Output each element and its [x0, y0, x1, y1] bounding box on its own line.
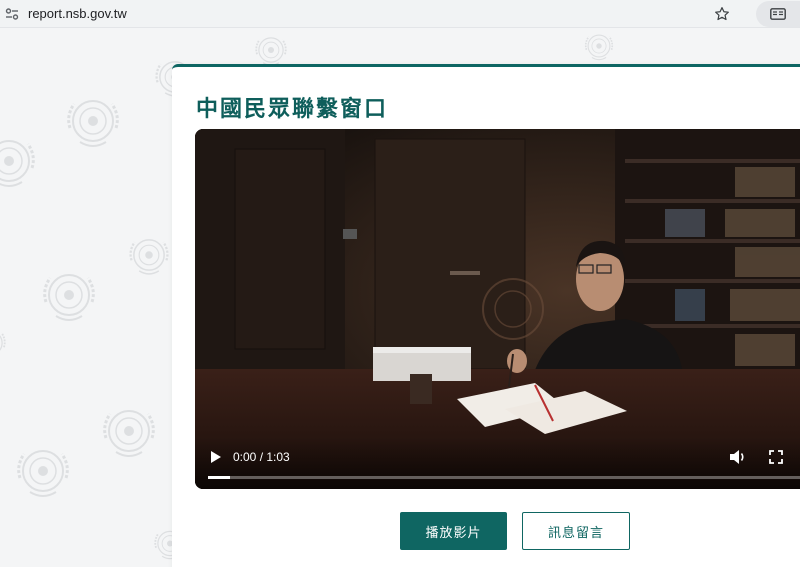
play-icon[interactable]: [207, 449, 223, 465]
video-time: 0:00 / 1:03: [233, 450, 290, 464]
emblem-watermark: [0, 128, 42, 194]
reader-mode-icon: [770, 5, 786, 24]
emblem-watermark: [566, 28, 632, 64]
video-player[interactable]: 0:00 / 1:03: [195, 129, 800, 489]
emblem-watermark: [10, 438, 76, 504]
browser-address-bar: report.nsb.gov.tw: [0, 0, 800, 28]
emblem-watermark: [36, 262, 102, 328]
emblem-watermark: [124, 222, 174, 288]
page-title: 中國民眾聯繫窗口: [196, 97, 389, 122]
url-text[interactable]: report.nsb.gov.tw: [28, 6, 127, 21]
video-frame: [195, 129, 800, 489]
video-progress-bar[interactable]: [208, 476, 800, 479]
volume-icon[interactable]: [729, 449, 747, 465]
play-video-button[interactable]: 播放影片: [400, 512, 507, 550]
video-progress-fill: [208, 476, 230, 479]
star-icon[interactable]: [710, 2, 734, 26]
fullscreen-icon[interactable]: [768, 449, 784, 465]
message-button[interactable]: 訊息留言: [522, 512, 630, 550]
emblem-watermark: [0, 310, 10, 376]
reader-mode-button[interactable]: [756, 1, 800, 27]
video-controls: 0:00 / 1:03: [195, 437, 800, 489]
emblem-watermark: [60, 88, 126, 154]
emblem-watermark: [96, 398, 162, 464]
site-info-icon[interactable]: [4, 6, 20, 22]
